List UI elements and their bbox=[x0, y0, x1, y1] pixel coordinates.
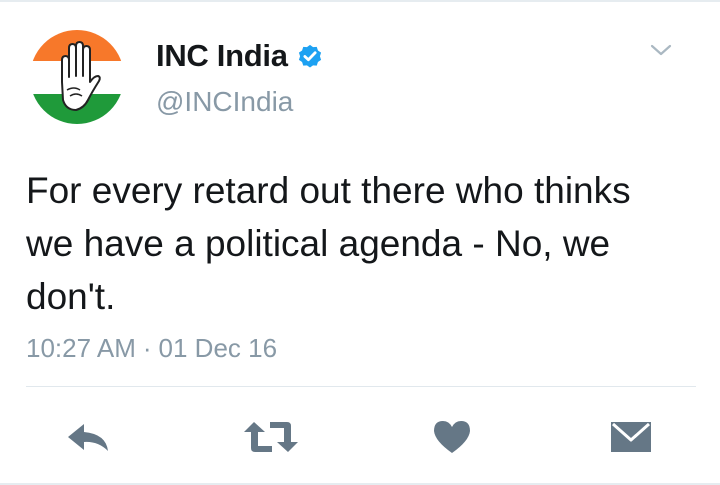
chevron-down-icon[interactable] bbox=[648, 40, 674, 60]
tweet-date: 01 Dec 16 bbox=[158, 333, 278, 363]
top-divider bbox=[0, 0, 720, 2]
reply-icon bbox=[68, 424, 108, 451]
direct-message-button[interactable] bbox=[608, 416, 654, 458]
actions-divider bbox=[26, 386, 696, 387]
avatar[interactable] bbox=[30, 30, 124, 124]
verified-badge-icon bbox=[296, 42, 324, 70]
heart-icon bbox=[434, 421, 470, 453]
tweet-card: INC India @INCIndia For every retard out… bbox=[0, 0, 720, 485]
timestamp-separator: · bbox=[142, 333, 152, 363]
direct-message-icon bbox=[611, 422, 651, 452]
inc-hand-logo-icon bbox=[30, 30, 124, 124]
like-button[interactable] bbox=[429, 416, 475, 458]
display-name[interactable]: INC India bbox=[156, 38, 288, 74]
reply-button[interactable] bbox=[66, 416, 112, 458]
display-name-row: INC India bbox=[156, 36, 324, 76]
tweet-timestamp[interactable]: 10:27 AM · 01 Dec 16 bbox=[26, 333, 277, 364]
retweet-button[interactable] bbox=[242, 416, 300, 458]
retweet-icon bbox=[244, 422, 298, 452]
tweet-text: For every retard out there who thinks we… bbox=[26, 170, 631, 317]
user-handle[interactable]: @INCIndia bbox=[156, 86, 293, 118]
tweet-time: 10:27 AM bbox=[26, 333, 136, 363]
